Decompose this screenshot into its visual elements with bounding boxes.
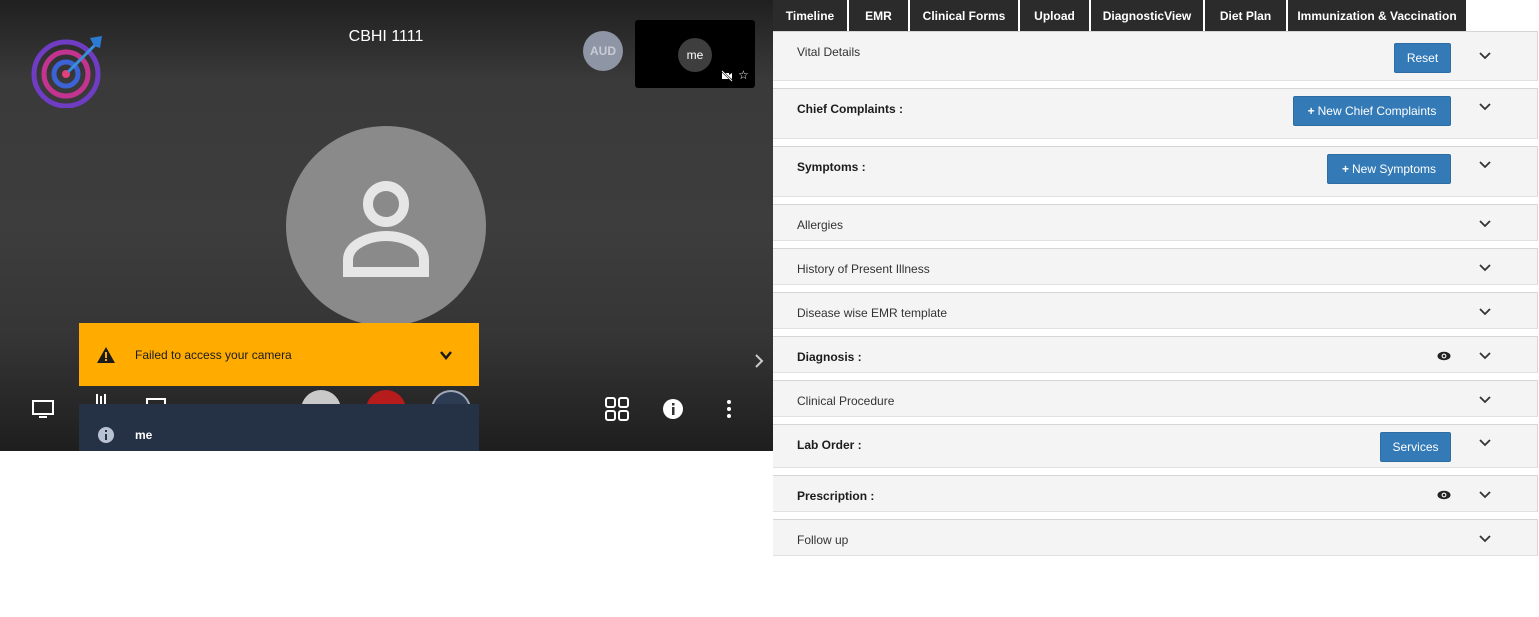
chevron-down-icon[interactable] [1478, 261, 1492, 275]
participant-avatar [286, 126, 486, 326]
section-prescription[interactable]: Prescription : [773, 475, 1538, 512]
chevron-down-icon[interactable] [1478, 393, 1492, 407]
chevron-down-icon[interactable] [1478, 100, 1492, 114]
section-label: Symptoms : [797, 160, 866, 174]
chevron-down-icon[interactable] [1478, 349, 1492, 363]
info-icon [98, 427, 114, 443]
section-clinical-procedure[interactable]: Clinical Procedure [773, 380, 1538, 417]
services-button[interactable]: Services [1380, 432, 1451, 462]
notification-name: me [135, 428, 153, 442]
chevron-down-icon[interactable] [439, 348, 453, 362]
chevron-right-icon[interactable] [752, 353, 766, 369]
camera-error-message: Failed to access your camera [135, 348, 292, 362]
tab-timeline[interactable]: Timeline [773, 0, 847, 31]
section-symptoms[interactable]: Symptoms : + New Symptoms [773, 146, 1538, 197]
section-diagnosis[interactable]: Diagnosis : [773, 336, 1538, 373]
person-icon [343, 181, 429, 277]
warning-icon [97, 347, 115, 363]
screen-share-icon[interactable] [32, 399, 54, 419]
tab-emr[interactable]: EMR [849, 0, 908, 31]
plus-icon: + [1341, 162, 1349, 176]
section-label: Follow up [797, 533, 849, 547]
reset-button[interactable]: Reset [1394, 43, 1451, 73]
section-label: Chief Complaints : [797, 102, 904, 116]
section-lab-order[interactable]: Lab Order : Services [773, 424, 1538, 468]
logo-icon [31, 36, 102, 108]
emr-sections: Vital Details Reset Chief Complaints : +… [773, 31, 1538, 563]
self-avatar: me [678, 38, 712, 72]
chevron-down-icon[interactable] [1478, 217, 1492, 231]
section-label: Vital Details [797, 45, 861, 59]
section-follow-up[interactable]: Follow up [773, 519, 1538, 556]
new-chief-complaints-button[interactable]: + New Chief Complaints [1293, 96, 1451, 126]
section-label: Lab Order : [797, 438, 862, 452]
video-call-panel: CBHI 1111 AUD me ☆ Failed to access your… [0, 0, 773, 451]
participant-notification: me [79, 404, 479, 451]
self-view-thumbnail[interactable]: me ☆ [635, 20, 755, 88]
chevron-down-icon[interactable] [1478, 532, 1492, 546]
tab-upload[interactable]: Upload [1020, 0, 1089, 31]
section-label: Diagnosis : [797, 350, 862, 364]
eye-icon[interactable] [1437, 490, 1451, 500]
chevron-down-icon[interactable] [1478, 488, 1492, 502]
emr-tab-bar: Timeline EMR Clinical Forms Upload Diagn… [773, 0, 1466, 31]
section-label: Prescription : [797, 489, 875, 503]
section-vital-details[interactable]: Vital Details Reset [773, 31, 1538, 81]
audio-only-badge: AUD [583, 31, 623, 71]
chevron-down-icon[interactable] [1478, 305, 1492, 319]
raise-hand-icon[interactable] [94, 394, 112, 404]
section-label: History of Present Illness [797, 262, 930, 276]
tab-diagnostic-view[interactable]: DiagnosticView [1091, 0, 1203, 31]
chevron-down-icon[interactable] [1478, 436, 1492, 450]
more-options-icon[interactable] [722, 399, 736, 419]
star-icon[interactable]: ☆ [738, 68, 749, 82]
section-chief-complaints[interactable]: Chief Complaints : + New Chief Complaints [773, 88, 1538, 139]
plus-icon: + [1307, 104, 1315, 118]
section-label: Clinical Procedure [797, 394, 895, 408]
chevron-down-icon[interactable] [1478, 158, 1492, 172]
camera-error-banner: Failed to access your camera [79, 323, 479, 386]
tab-immunization-vaccination[interactable]: Immunization & Vaccination [1288, 0, 1466, 31]
tile-view-icon[interactable] [605, 397, 629, 421]
new-symptoms-button[interactable]: + New Symptoms [1327, 154, 1451, 184]
section-allergies[interactable]: Allergies [773, 204, 1538, 241]
section-label: Allergies [797, 218, 844, 232]
camera-off-icon [721, 70, 733, 82]
room-title: CBHI 1111 [348, 28, 424, 45]
section-history-of-present-illness[interactable]: History of Present Illness [773, 248, 1538, 285]
chevron-down-icon[interactable] [1478, 49, 1492, 63]
tab-diet-plan[interactable]: Diet Plan [1205, 0, 1286, 31]
section-label: Disease wise EMR template [797, 306, 948, 320]
emr-panel: Timeline EMR Clinical Forms Upload Diagn… [773, 0, 1539, 617]
tab-clinical-forms[interactable]: Clinical Forms [910, 0, 1018, 31]
eye-icon[interactable] [1437, 351, 1451, 361]
section-disease-wise-emr-template[interactable]: Disease wise EMR template [773, 292, 1538, 329]
info-icon[interactable] [662, 398, 684, 420]
